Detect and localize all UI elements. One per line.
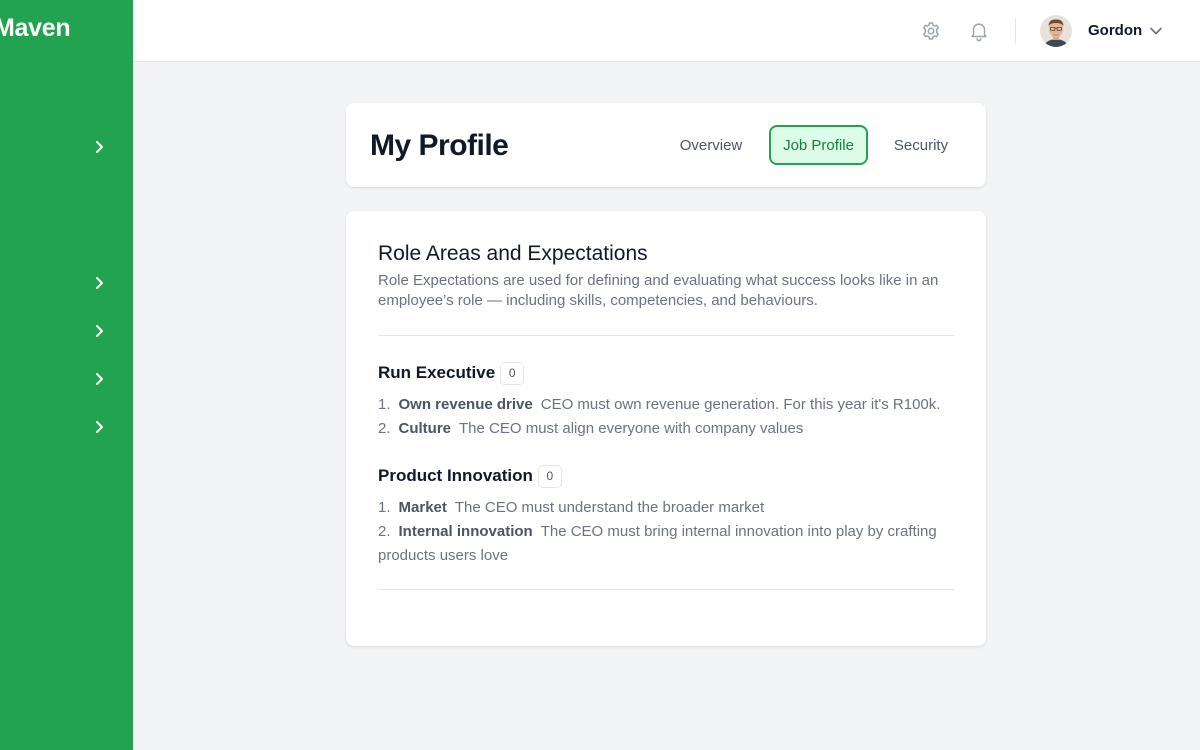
chevron-right-icon bbox=[96, 277, 103, 289]
role-area-group: Product Innovation 0 1. Market The CEO mus… bbox=[378, 464, 954, 568]
item-description: The CEO must understand the broader mark… bbox=[454, 499, 765, 516]
sidebar-expand-chevron-1[interactable] bbox=[90, 138, 108, 156]
count-badge: 0 bbox=[537, 464, 562, 488]
settings-button[interactable] bbox=[919, 19, 943, 43]
user-photo-icon bbox=[1040, 15, 1072, 47]
divider bbox=[378, 589, 954, 590]
role-area-group: Run Executive 0 1. Own revenue drive CEO m… bbox=[378, 361, 954, 441]
item-name: Own revenue drive bbox=[398, 396, 533, 413]
user-name[interactable]: Gordon bbox=[1088, 22, 1142, 39]
section-title: Role Areas and Expectations bbox=[378, 242, 648, 265]
sidebar-expand-chevron-5[interactable] bbox=[90, 418, 108, 436]
gear-icon bbox=[923, 22, 939, 40]
sidebar-expand-chevron-3[interactable] bbox=[90, 322, 108, 340]
item-description: CEO must own revenue generation. For thi… bbox=[540, 396, 941, 413]
item-description: The CEO must align everyone with company… bbox=[459, 420, 804, 437]
expectation-item: 2. Culture The CEO must align everyone wit… bbox=[378, 417, 954, 441]
item-name: Culture bbox=[398, 420, 452, 437]
divider bbox=[378, 335, 954, 336]
expectation-item: 2. Internal innovation The CEO must bring … bbox=[378, 520, 954, 568]
role-areas-card: Role Areas and Expectations Role Expecta… bbox=[346, 211, 986, 646]
section-description: Role Expectations are used for defining … bbox=[378, 272, 939, 309]
topbar-divider bbox=[1015, 18, 1016, 44]
sidebar-expand-chevron-2[interactable] bbox=[90, 274, 108, 292]
item-number: 1. bbox=[378, 499, 391, 516]
item-name: Market bbox=[398, 499, 447, 516]
chevron-right-icon bbox=[96, 325, 103, 337]
notifications-button[interactable] bbox=[967, 19, 991, 43]
profile-header-card: My Profile Overview Job Profile Security bbox=[346, 103, 986, 187]
user-menu-toggle[interactable] bbox=[1148, 23, 1164, 39]
role-area-title: Run Executive bbox=[378, 363, 496, 382]
tab-security[interactable]: Security bbox=[882, 125, 960, 165]
page-title: My Profile bbox=[370, 129, 509, 162]
item-name: Internal innovation bbox=[398, 523, 533, 540]
tab-overview[interactable]: Overview bbox=[666, 125, 756, 165]
chevron-right-icon bbox=[96, 141, 103, 153]
sidebar-expand-chevron-4[interactable] bbox=[90, 370, 108, 388]
topbar: Gordon bbox=[133, 0, 1200, 62]
count-badge: 0 bbox=[500, 361, 525, 385]
expectation-item: 1. Own revenue drive CEO must own revenue … bbox=[378, 393, 954, 417]
brand-logo: Maven bbox=[0, 14, 71, 42]
chevron-right-icon bbox=[96, 373, 103, 385]
role-area-title: Product Innovation bbox=[378, 466, 533, 485]
tab-job-profile[interactable]: Job Profile bbox=[769, 125, 868, 165]
sidebar: Maven bbox=[0, 0, 133, 750]
bell-icon bbox=[971, 23, 987, 42]
expectation-item: 1. Market The CEO must understand the broa… bbox=[378, 496, 954, 520]
item-number: 2. bbox=[378, 420, 391, 437]
item-number: 1. bbox=[378, 396, 391, 413]
chevron-down-icon bbox=[1150, 27, 1162, 35]
chevron-right-icon bbox=[96, 421, 103, 433]
item-number: 2. bbox=[378, 523, 391, 540]
avatar[interactable] bbox=[1040, 15, 1072, 47]
